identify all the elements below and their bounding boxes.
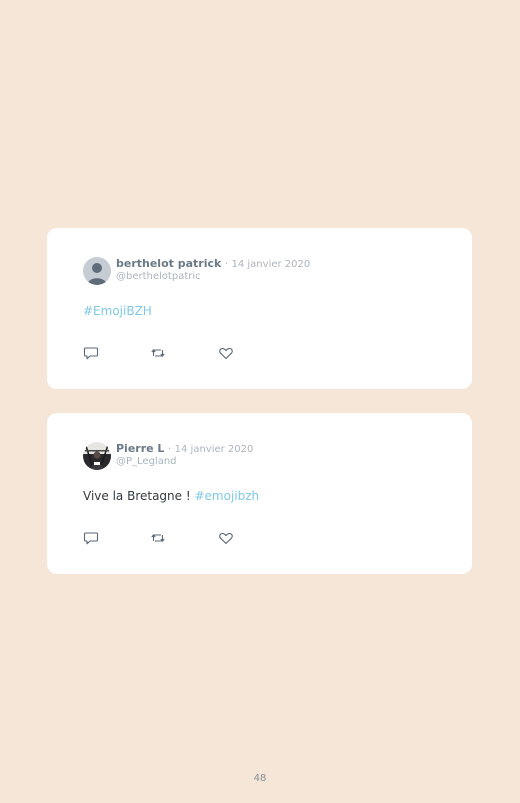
retweet-button[interactable]: [150, 345, 166, 361]
avatar[interactable]: [83, 442, 111, 470]
tweet-card[interactable]: Pierre L · 14 janvier 2020 @P_Legland Vi…: [47, 413, 472, 574]
heart-icon: [219, 532, 233, 545]
tweet-text: #EmojiBZH: [83, 303, 152, 319]
author-handle[interactable]: @berthelotpatric: [116, 270, 201, 283]
heart-icon: [219, 347, 233, 360]
author-name[interactable]: berthelot patrick: [116, 257, 221, 270]
like-button[interactable]: [218, 345, 234, 361]
separator: ·: [224, 259, 228, 270]
tweet-date[interactable]: 14 janvier 2020: [232, 259, 311, 270]
like-button[interactable]: [218, 530, 234, 546]
avatar[interactable]: [83, 257, 111, 285]
reply-icon: [83, 532, 99, 545]
reply-button[interactable]: [83, 345, 99, 361]
separator: ·: [167, 444, 172, 455]
reply-button[interactable]: [83, 530, 99, 546]
retweet-icon: [151, 349, 165, 357]
page-number: 48: [253, 773, 267, 784]
tweet-text: Vive la Bretagne ! #emojibzh: [83, 488, 259, 504]
author-name[interactable]: Pierre L: [116, 442, 164, 455]
retweet-button[interactable]: [150, 530, 166, 546]
hashtag-link[interactable]: #emojibzh: [194, 489, 259, 503]
tweet-card[interactable]: berthelot patrick · 14 janvier 2020 @ber…: [47, 228, 472, 389]
reply-icon: [83, 347, 99, 360]
tweet-date[interactable]: 14 janvier 2020: [175, 444, 254, 455]
author-handle[interactable]: @P_Legland: [116, 455, 177, 468]
tweet-text-body: Vive la Bretagne !: [83, 489, 195, 503]
hashtag-link[interactable]: #EmojiBZH: [83, 304, 152, 318]
retweet-icon: [151, 534, 165, 542]
